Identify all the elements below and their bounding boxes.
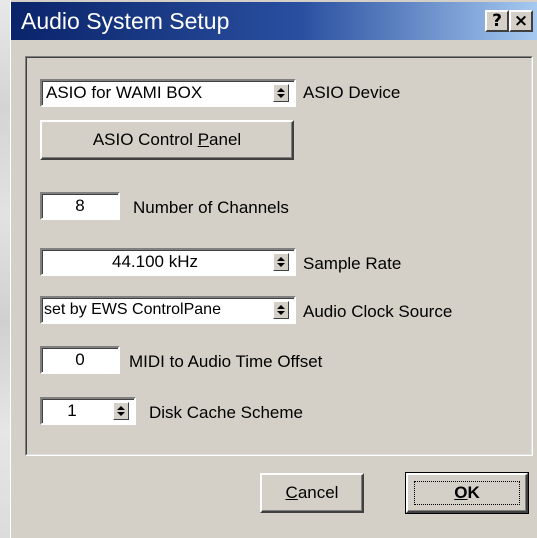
dropdown-arrow-icon[interactable] bbox=[273, 253, 289, 271]
title-bar[interactable]: Audio System Setup ? × bbox=[11, 2, 537, 40]
asio-device-value: ASIO for WAMI BOX bbox=[46, 83, 203, 102]
asio-device-label: ASIO Device bbox=[303, 83, 401, 102]
audio-system-setup-dialog: Audio System Setup ? × ASIO for WAMI BOX… bbox=[10, 0, 537, 538]
audio-clock-source-label: Audio Clock Source bbox=[303, 302, 453, 321]
channels-value: 8 bbox=[75, 196, 85, 215]
help-button[interactable]: ? bbox=[485, 10, 509, 32]
midi-offset-input[interactable]: 0 bbox=[40, 346, 120, 374]
disk-cache-label: Disk Cache Scheme bbox=[149, 403, 304, 422]
close-button[interactable]: × bbox=[509, 10, 533, 32]
asio-control-panel-label: ASIO Control Panel bbox=[92, 130, 242, 149]
asio-device-select[interactable]: ASIO for WAMI BOX bbox=[40, 79, 296, 107]
dropdown-arrow-icon[interactable] bbox=[113, 402, 129, 420]
channels-label: Number of Channels bbox=[133, 198, 289, 217]
cancel-label: Cancel bbox=[285, 483, 339, 502]
dropdown-arrow-icon[interactable] bbox=[273, 84, 289, 102]
midi-offset-value: 0 bbox=[75, 350, 85, 369]
window-title: Audio System Setup bbox=[21, 8, 230, 34]
disk-cache-value: 1 bbox=[67, 401, 77, 420]
sample-rate-value: 44.100 kHz bbox=[112, 252, 198, 271]
close-icon: × bbox=[513, 11, 529, 31]
midi-offset-label: MIDI to Audio Time Offset bbox=[129, 352, 323, 371]
audio-clock-source-value: set by EWS ControlPane bbox=[44, 301, 221, 318]
channels-input[interactable]: 8 bbox=[40, 192, 120, 220]
disk-cache-select[interactable]: 1 bbox=[40, 397, 136, 425]
desktop-background-strip bbox=[0, 0, 10, 538]
asio-control-panel-button[interactable]: ASIO Control Panel bbox=[40, 120, 294, 160]
sample-rate-select[interactable]: 44.100 kHz bbox=[40, 248, 296, 276]
sample-rate-label: Sample Rate bbox=[303, 254, 402, 273]
dropdown-arrow-icon[interactable] bbox=[273, 301, 289, 319]
focus-ring bbox=[414, 481, 520, 505]
ok-button[interactable]: OK bbox=[405, 472, 529, 514]
cancel-button[interactable]: Cancel bbox=[260, 473, 364, 513]
help-icon: ? bbox=[492, 11, 502, 31]
audio-clock-source-select[interactable]: set by EWS ControlPane bbox=[40, 296, 296, 324]
